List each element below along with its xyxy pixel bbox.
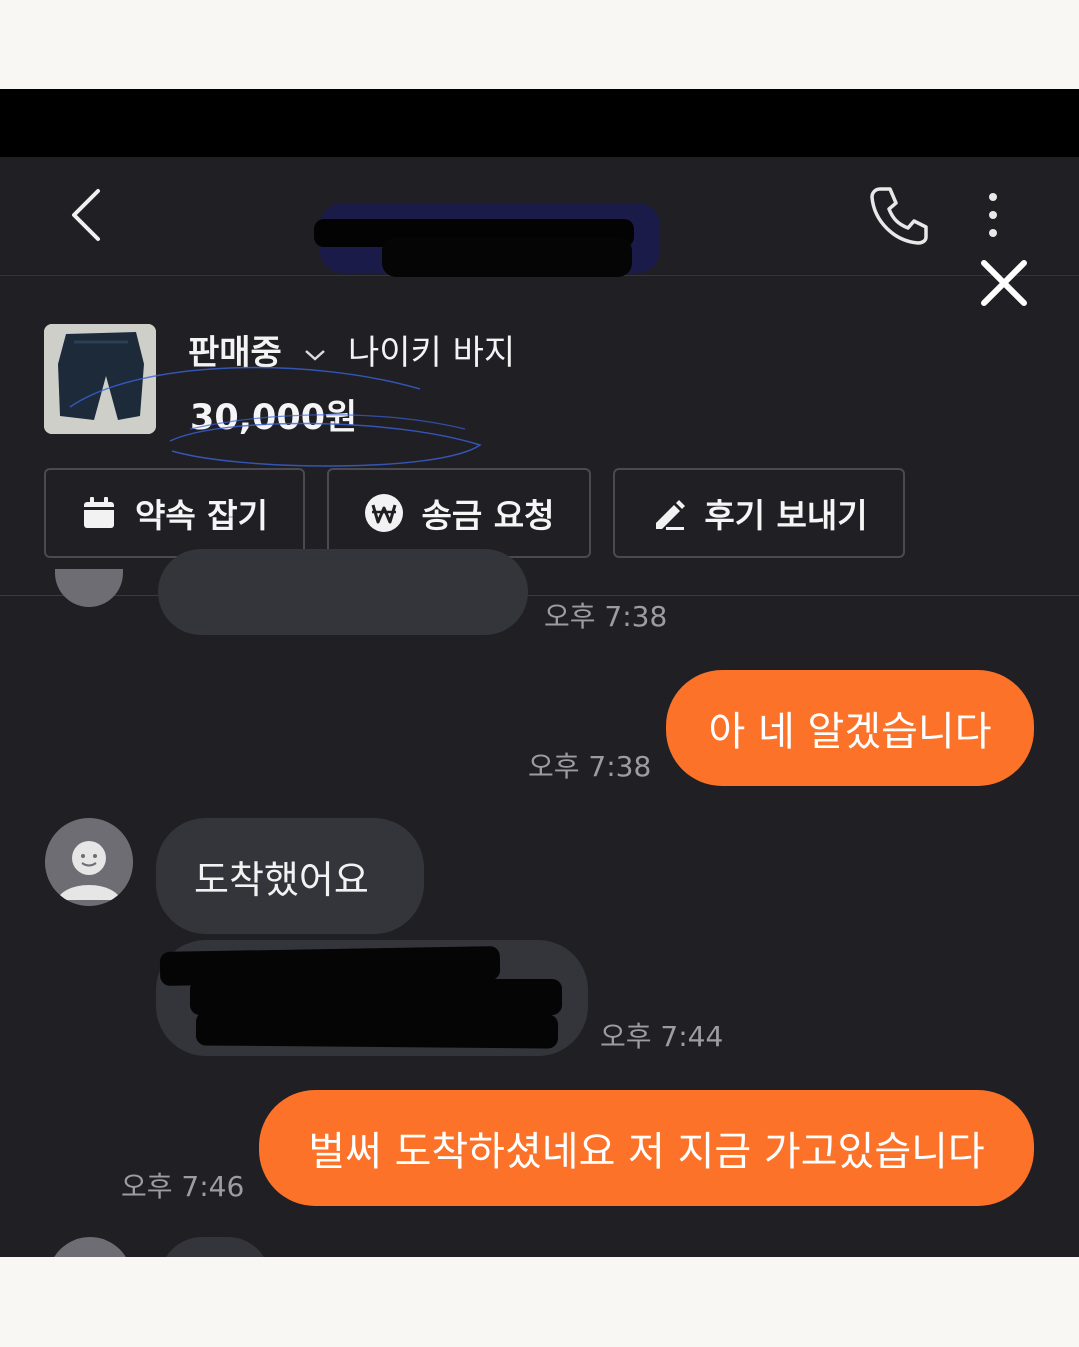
message-text: 벌써 도착하셨네요 저 지금 가고있습니다 <box>308 1129 985 1175</box>
outgoing-message-bubble[interactable]: 벌써 도착하셨네요 저 지금 가고있습니다 <box>259 1090 1034 1206</box>
more-vertical-icon <box>989 193 997 237</box>
outgoing-message-bubble[interactable]: 아 네 알겠습니다 <box>666 670 1034 786</box>
product-title: 나이키 바지 <box>348 333 516 373</box>
back-button[interactable] <box>62 185 112 245</box>
transfer-label: 송금 요청 <box>421 496 555 535</box>
won-icon <box>364 494 403 532</box>
pants-photo <box>44 324 156 434</box>
partial-avatar <box>48 1237 132 1257</box>
close-icon <box>981 260 1027 306</box>
incoming-message-bubble[interactable]: 도착했어요 <box>156 818 424 934</box>
phone-icon <box>870 187 928 245</box>
product-thumbnail[interactable] <box>44 324 156 434</box>
close-button[interactable] <box>976 255 1032 311</box>
status-bar <box>0 89 1079 157</box>
sale-status-label: 판매중 <box>188 333 282 373</box>
message-text: 도착했어요 <box>194 857 369 902</box>
message-time: 오후 7:38 <box>544 600 668 633</box>
sale-status-dropdown[interactable]: 판매중 <box>188 325 330 374</box>
call-button[interactable] <box>866 183 932 249</box>
more-options-button[interactable] <box>976 187 1010 247</box>
calendar-icon <box>84 497 115 528</box>
product-price: 30,000원 <box>190 398 358 438</box>
chevron-down-icon <box>304 349 325 361</box>
partial-incoming-bubble <box>158 549 528 635</box>
chat-header <box>0 157 1079 277</box>
review-label: 후기 보내기 <box>704 496 868 535</box>
redaction-bar <box>190 979 562 1015</box>
transfer-request-button[interactable]: 송금 요청 <box>327 468 591 558</box>
partial-incoming-bubble <box>160 1237 270 1257</box>
partial-avatar <box>55 569 123 607</box>
user-avatar-icon <box>45 818 133 906</box>
message-time: 오후 7:44 <box>600 1020 724 1053</box>
redacted-contact-name <box>314 203 660 277</box>
schedule-label: 약속 잡기 <box>135 496 268 535</box>
send-review-button[interactable]: 후기 보내기 <box>613 468 905 558</box>
pencil-icon <box>656 500 686 530</box>
redaction-bar <box>195 1011 559 1049</box>
message-time: 오후 7:46 <box>121 1170 245 1203</box>
chat-screen: 판매중 나이키 바지 30,000원 약속 잡기 송금 요청 후기 보내기 오후… <box>0 89 1079 1257</box>
message-text: 아 네 알겠습니다 <box>708 709 992 755</box>
sender-avatar[interactable] <box>45 818 133 906</box>
message-time: 오후 7:38 <box>528 750 652 783</box>
schedule-button[interactable]: 약속 잡기 <box>44 468 305 558</box>
chevron-left-icon <box>72 189 100 241</box>
